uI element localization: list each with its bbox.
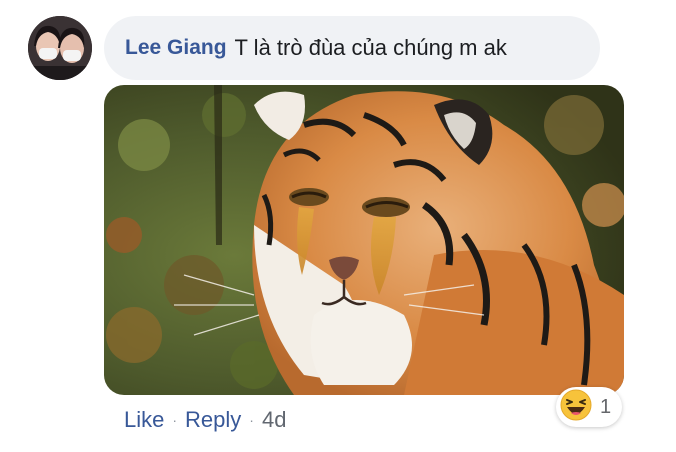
separator-dot: · (172, 412, 178, 428)
avatar[interactable] (28, 16, 92, 80)
reply-link[interactable]: Reply (185, 407, 241, 433)
comment-author[interactable]: Lee Giang (125, 36, 227, 60)
comment-photo[interactable] (104, 85, 624, 395)
comment-actions: Like · Reply · 4d (124, 407, 286, 433)
haha-icon (560, 389, 592, 426)
comment-bubble: Lee Giang T là trò đùa của chúng m ak (104, 16, 600, 80)
like-link[interactable]: Like (124, 407, 164, 433)
reaction-count: 1 (600, 395, 612, 418)
reaction-summary[interactable]: 1 (556, 387, 622, 427)
comment-text: T là trò đùa của chúng m ak (234, 35, 507, 60)
timestamp[interactable]: 4d (262, 407, 286, 433)
separator-dot: · (249, 412, 254, 428)
